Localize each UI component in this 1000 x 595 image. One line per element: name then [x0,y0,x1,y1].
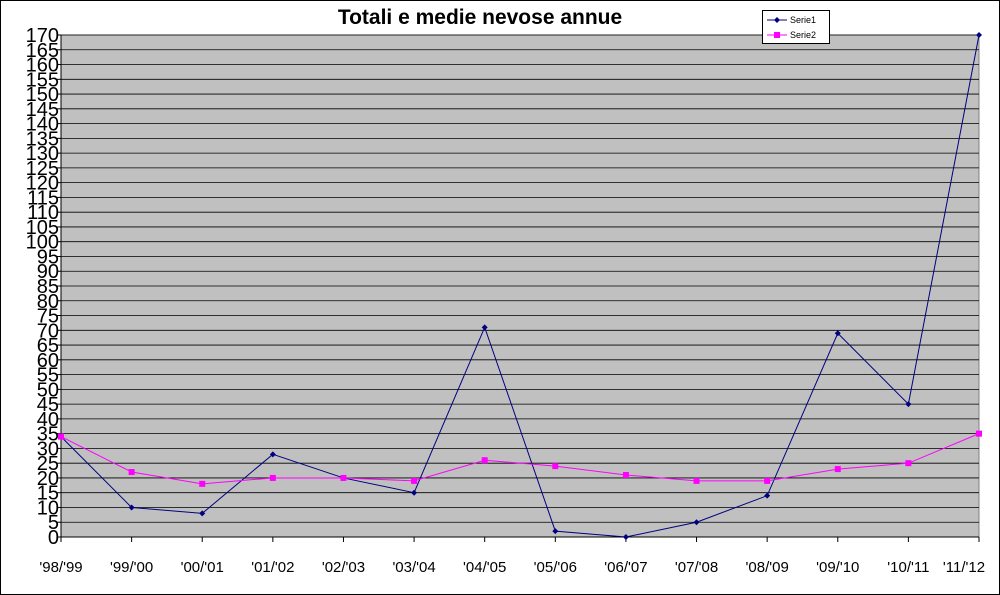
point-serie2-8 [622,471,629,478]
line-chart: 0510152025303540455055606570758085909510… [26,25,985,576]
legend-label-serie1: Serie1 [790,15,817,25]
legend: Serie1 Serie2 [762,10,830,44]
x-tick-label-2: '00/'01 [181,559,224,576]
x-tick-label-10: '08/'09 [746,559,789,576]
legend-swatch-serie1 [767,17,787,23]
point-serie2-4 [340,474,347,481]
x-tick-label-12: '10/'11 [887,559,929,576]
legend-marker-0 [774,17,780,23]
legend-marker-1 [774,32,780,38]
x-tick-label-0: '98/'99 [39,559,82,576]
point-serie2-5 [411,477,418,484]
point-serie2-6 [481,457,488,464]
x-tick-label-5: '03/'04 [392,559,435,576]
x-tick-label-9: '07/'08 [675,559,718,576]
x-tick-label-6: '04/'05 [463,559,506,576]
point-serie2-2 [199,480,206,487]
point-serie2-11 [834,466,841,473]
point-serie2-9 [693,477,700,484]
point-serie2-12 [905,460,912,467]
x-tick-label-11: '09/'10 [816,559,859,576]
x-tick-label-3: '01/'02 [251,559,294,576]
x-tick-label-1: '99/'00 [110,559,153,576]
point-serie2-3 [269,474,276,481]
point-serie2-13 [976,430,982,437]
point-serie2-10 [764,477,771,484]
legend-item-serie2: Serie2 [763,28,829,42]
x-tick-label-13: '11/'12 [943,559,985,576]
legend-label-serie2: Serie2 [790,30,817,40]
x-tick-label-7: '05/'06 [534,559,577,576]
x-tick-label-8: '06/'07 [604,559,647,576]
legend-item-serie1: Serie1 [763,13,829,27]
y-tick-label-170: 170 [26,25,59,47]
legend-swatch-serie2 [767,32,787,38]
point-serie2-7 [552,463,559,470]
x-tick-label-4: '02/'03 [322,559,365,576]
point-serie2-1 [128,469,135,476]
point-serie2-0 [58,433,64,440]
